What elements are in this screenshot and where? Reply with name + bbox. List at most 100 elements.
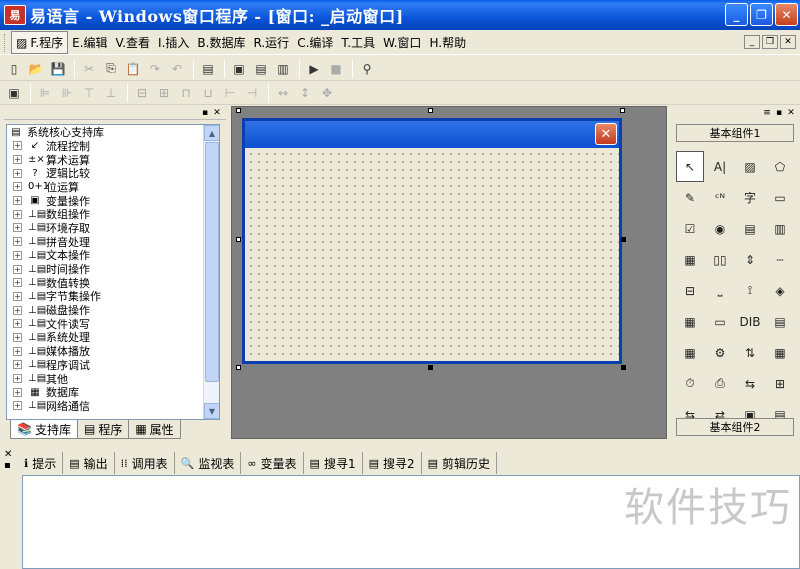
startup-window-form[interactable]: ✕ (242, 118, 622, 364)
expand-icon[interactable]: + (13, 278, 22, 288)
mdi-minimize-button[interactable]: _ (744, 35, 760, 49)
output-tab[interactable]: ▤ 剪辑历史 (422, 452, 498, 474)
expand-icon[interactable]: + (13, 374, 22, 384)
form-icon[interactable]: ▣ (4, 83, 24, 103)
mdi-restore-button[interactable]: ❐ (762, 35, 778, 49)
component-tool-icon[interactable]: ⬠ (766, 151, 794, 182)
tree-item[interactable]: + ⊥▤ 程序调试 (7, 358, 219, 372)
tree-item[interactable]: + ⊥▤ 时间操作 (7, 262, 219, 276)
tree-item[interactable]: + ⊥▤ 环境存取 (7, 221, 219, 235)
expand-icon[interactable]: + (13, 209, 22, 219)
resize-handle[interactable] (620, 108, 625, 113)
component-group-2[interactable]: 基本组件2 (676, 418, 794, 436)
panel-pin-icon[interactable]: ▪ (200, 108, 210, 118)
menu-program[interactable]: ▨ F.程序 (11, 31, 69, 54)
expand-icon[interactable]: + (13, 155, 22, 165)
menu-view[interactable]: V.查看 (112, 32, 154, 53)
resize-handle[interactable] (621, 365, 626, 370)
tree-item[interactable]: + ▦ 数据库 (7, 385, 219, 399)
component-tool-icon[interactable]: ✎ (676, 182, 704, 213)
output-pin-icon[interactable]: ▪ (4, 460, 16, 471)
expand-icon[interactable]: + (13, 387, 22, 397)
tree-item[interactable]: +0+1 位运算 (7, 180, 219, 194)
resize-handle[interactable] (428, 108, 433, 113)
component-tool-icon[interactable]: ⊟ (676, 275, 704, 306)
expand-icon[interactable]: + (13, 182, 22, 192)
menu-edit[interactable]: E.编辑 (68, 32, 111, 53)
tree-root[interactable]: ▤ 系统核心支持库 (7, 125, 219, 139)
align-left-icon[interactable]: ⊫ (35, 83, 55, 103)
output-close-icon[interactable]: ✕ (4, 449, 16, 460)
component-tool-icon[interactable]: ▤ (766, 306, 794, 337)
layout-window-icon[interactable]: ▣ (229, 59, 249, 79)
panel-close-icon[interactable]: ✕ (212, 108, 222, 118)
center-h-icon[interactable]: ⊢ (220, 83, 240, 103)
output-tab[interactable]: ∞ 变量表 (241, 452, 304, 474)
component-tool-icon[interactable]: ⏱ (676, 368, 704, 399)
component-tool-icon[interactable]: ▦ (676, 337, 704, 368)
scroll-up-icon[interactable]: ▲ (204, 125, 219, 141)
maximize-button[interactable]: ❐ (750, 3, 773, 26)
output-tab[interactable]: ℹ 提示 (18, 452, 64, 474)
component-tool-icon[interactable]: ↖ (676, 151, 704, 182)
output-tab[interactable]: 🔍 监视表 (175, 452, 242, 474)
resize-handle[interactable] (236, 365, 241, 370)
panel-menu-icon[interactable]: ≡ (762, 108, 772, 118)
layout-panel-icon[interactable]: ▥ (273, 59, 293, 79)
panel-close-icon[interactable]: ✕ (786, 108, 796, 118)
tree-item[interactable]: + ⊥▤ 文件读写 (7, 317, 219, 331)
component-tool-icon[interactable]: ▤ (736, 213, 764, 244)
component-tool-icon[interactable]: ▥ (766, 213, 794, 244)
center-v-icon[interactable]: ⊣ (242, 83, 262, 103)
component-tool-icon[interactable]: ◉ (706, 213, 734, 244)
component-tool-icon[interactable]: DIB (736, 306, 764, 337)
expand-icon[interactable]: + (13, 305, 22, 315)
tree-item[interactable]: + ⊥▤ 字节集操作 (7, 290, 219, 303)
output-tab[interactable]: ▤ 搜寻2 (363, 452, 422, 474)
run-icon[interactable]: ▶ (304, 59, 324, 79)
component-tool-icon[interactable]: ⇅ (736, 337, 764, 368)
component-tool-icon[interactable]: ⊞ (766, 368, 794, 399)
menu-database[interactable]: B.数据库 (193, 32, 249, 53)
expand-icon[interactable]: + (13, 250, 22, 260)
tab-program[interactable]: ▤ 程序 (76, 420, 130, 439)
scroll-thumb[interactable] (205, 142, 219, 382)
tree-item[interactable]: + ⊥▤ 数值转换 (7, 276, 219, 290)
mdi-close-button[interactable]: ✕ (780, 35, 796, 49)
space-vertical-icon[interactable]: ⊔ (198, 83, 218, 103)
new-file-icon[interactable]: ▯ (4, 59, 24, 79)
open-folder-icon[interactable]: 📂 (26, 59, 46, 79)
space-horizontal-icon[interactable]: ⊓ (176, 83, 196, 103)
resize-handle[interactable] (621, 237, 626, 242)
align-top-icon[interactable]: ⊤ (79, 83, 99, 103)
component-tool-icon[interactable]: ▦ (676, 244, 704, 275)
expand-icon[interactable]: + (13, 141, 22, 151)
menu-window[interactable]: W.窗口 (379, 32, 425, 53)
component-tool-icon[interactable]: ⎙ (706, 368, 734, 399)
resize-handle[interactable] (236, 108, 241, 113)
stop-icon[interactable]: ■ (326, 59, 346, 79)
component-tool-icon[interactable]: 字 (736, 182, 764, 213)
tree-item[interactable]: +? 逻辑比较 (7, 166, 219, 180)
menu-compile[interactable]: C.编译 (293, 32, 337, 53)
component-tool-icon[interactable]: ⚙ (706, 337, 734, 368)
expand-icon[interactable]: + (13, 223, 22, 233)
tree-item[interactable]: + ⊥▤ 数组操作 (7, 207, 219, 221)
expand-icon[interactable]: + (13, 196, 22, 206)
tree-item[interactable]: + ▣ 变量操作 (7, 194, 219, 208)
tree-scrollbar[interactable]: ▲ ▼ (203, 125, 219, 419)
component-tool-icon[interactable]: ▦ (676, 306, 704, 337)
find-icon[interactable]: ▤ (198, 59, 218, 79)
output-tab[interactable]: ⁞⁞ 调用表 (115, 452, 175, 474)
component-tool-icon[interactable]: ☑ (676, 213, 704, 244)
expand-icon[interactable]: + (13, 237, 22, 247)
align-bottom-icon[interactable]: ⊥ (101, 83, 121, 103)
menu-help[interactable]: H.帮助 (425, 32, 470, 53)
component-group-1[interactable]: 基本组件1 (676, 124, 794, 142)
tree-item[interactable]: + ↙ 流程控制 (7, 139, 219, 153)
tree-item[interactable]: + ⊥▤ 媒体播放 (7, 344, 219, 358)
close-button[interactable]: ✕ (775, 3, 798, 26)
expand-icon[interactable]: + (13, 319, 22, 329)
redo-icon[interactable]: ↷ (145, 59, 165, 79)
expand-icon[interactable]: + (13, 332, 22, 342)
